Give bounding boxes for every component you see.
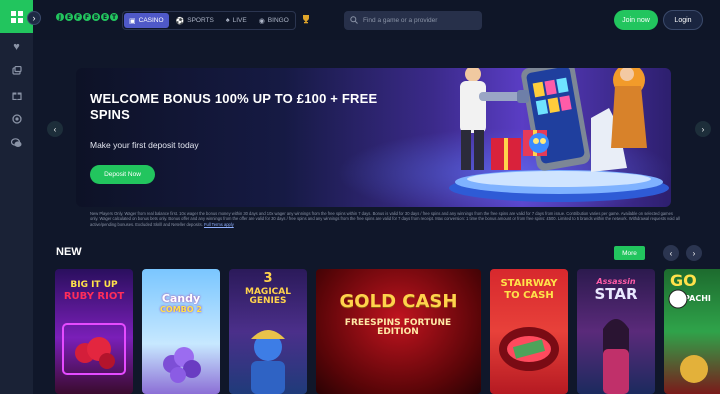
chevron-left-icon: ‹ xyxy=(669,248,673,258)
trophy-icon[interactable] xyxy=(301,14,311,27)
tab-label: SPORTS xyxy=(187,17,214,24)
terms-body: New Players Only. Wager from real balanc… xyxy=(90,211,680,227)
logo-letter: J xyxy=(56,13,64,21)
logo[interactable]: JEFFBET xyxy=(56,13,118,21)
heart-icon[interactable]: ♥ xyxy=(0,36,33,58)
top-header: JEFFBET ▣ CASINO ⚽ SPORTS ♠ LIVE ◉ BINGO… xyxy=(33,0,720,40)
game-title-line1: GOLD CASH xyxy=(339,291,458,312)
logo-letter: B xyxy=(92,13,100,21)
hero-prev-button[interactable]: ‹ xyxy=(47,121,63,137)
chevron-right-icon[interactable]: › xyxy=(27,11,41,25)
tab-label: LIVE xyxy=(232,17,247,24)
chat-icon[interactable] xyxy=(0,132,33,154)
tab-live[interactable]: ♠ LIVE xyxy=(221,13,252,28)
section-title-new: NEW xyxy=(56,246,82,258)
search-box[interactable] xyxy=(344,11,482,30)
games-next-button[interactable]: › xyxy=(686,245,702,261)
tab-casino[interactable]: ▣ CASINO xyxy=(124,13,169,28)
hero-title: WELCOME BONUS 100% UP TO £100 + FREE SPI… xyxy=(90,91,378,122)
game-art xyxy=(163,347,201,383)
game-tile[interactable]: 3 MAGICAL GENIES xyxy=(229,269,307,394)
games-prev-button[interactable]: ‹ xyxy=(663,245,679,261)
game-art xyxy=(603,319,629,394)
gift-icon[interactable] xyxy=(0,84,33,106)
hero-illustration xyxy=(449,68,669,202)
logo-letter: F xyxy=(74,13,82,21)
tab-sports[interactable]: ⚽ SPORTS xyxy=(171,13,219,28)
support-icon[interactable] xyxy=(0,108,33,130)
logo-letter: E xyxy=(101,13,109,21)
game-tile[interactable]: BIG IT UP RUBY RIOT xyxy=(55,269,133,394)
search-input[interactable] xyxy=(363,17,473,24)
hero-banner[interactable]: WELCOME BONUS 100% UP TO £100 + FREE SPI… xyxy=(76,68,671,207)
game-tile[interactable]: STAIRWAY TO CASH xyxy=(490,269,568,394)
new-games-row: BIG IT UP RUBY RIOT Candy COMBO 2 3 MAGI… xyxy=(55,269,720,394)
bingo-icon: ◉ xyxy=(258,17,265,25)
product-tabs: ▣ CASINO ⚽ SPORTS ♠ LIVE ◉ BINGO xyxy=(122,11,296,30)
chevron-right-icon: › xyxy=(692,248,696,258)
game-tile[interactable]: GOLD CASH FREESPINS FORTUNE EDITION xyxy=(316,269,481,394)
chevron-right-icon: › xyxy=(701,124,705,134)
join-now-button[interactable]: Join now xyxy=(614,10,658,30)
game-tile[interactable]: GO PACHI xyxy=(664,269,720,394)
terms-text: New Players Only. Wager from real balanc… xyxy=(90,211,680,227)
live-icon: ♠ xyxy=(225,17,230,24)
logo-letter: T xyxy=(110,13,118,21)
search-icon xyxy=(350,15,358,26)
deposit-now-button[interactable]: Deposit Now xyxy=(90,165,155,184)
logo-letter: E xyxy=(65,13,73,21)
game-tile[interactable]: Assassin STAR xyxy=(577,269,655,394)
more-button[interactable]: More xyxy=(614,246,645,260)
hero-next-button[interactable]: › xyxy=(695,121,711,137)
chevron-left-icon: ‹ xyxy=(53,124,57,134)
game-art xyxy=(668,289,708,383)
tab-bingo[interactable]: ◉ BINGO xyxy=(254,13,294,28)
football-icon: ⚽ xyxy=(175,17,185,25)
game-tile[interactable]: Candy COMBO 2 xyxy=(142,269,220,394)
full-terms-link[interactable]: Full Terms apply xyxy=(204,222,234,227)
game-title-line2: FREESPINS FORTUNE EDITION xyxy=(344,318,452,338)
casino-icon: ▣ xyxy=(129,17,136,25)
game-art xyxy=(251,330,285,394)
game-art xyxy=(499,327,559,371)
login-button[interactable]: Login xyxy=(663,10,703,30)
hero-subtitle: Make your first deposit today xyxy=(90,140,199,150)
tickets-icon[interactable] xyxy=(0,60,33,82)
tab-label: BINGO xyxy=(267,17,289,24)
game-art xyxy=(62,323,126,375)
logo-letter: F xyxy=(83,13,91,21)
tab-label: CASINO xyxy=(138,17,164,24)
sidebar: ♥ xyxy=(0,0,33,394)
